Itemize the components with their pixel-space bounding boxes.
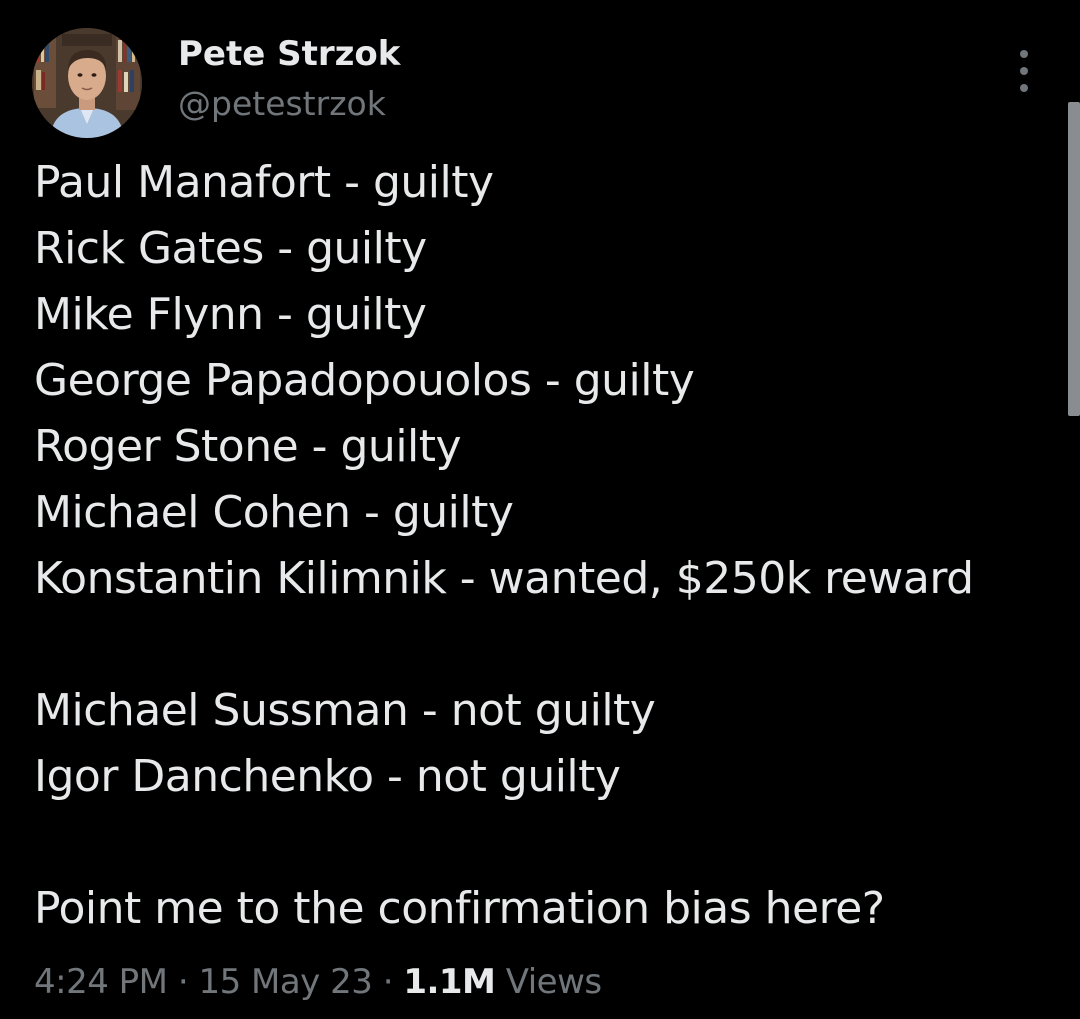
author-handle[interactable]: @petestrzok: [178, 84, 386, 124]
tweet-line: Rick Gates - guilty: [34, 223, 427, 274]
more-vertical-icon: [1020, 50, 1028, 58]
tweet-time[interactable]: 4:24 PM: [34, 962, 168, 1002]
tweet-meta: 4:24 PM · 15 May 23 · 1.1M Views: [34, 958, 602, 1006]
tweet: Pete Strzok @petestrzok Paul Manafort - …: [0, 0, 1080, 1019]
meta-separator: ·: [177, 962, 189, 1002]
tweet-line: Paul Manafort - guilty: [34, 157, 494, 208]
tweet-date[interactable]: 15 May 23: [198, 962, 372, 1002]
tweet-line: Michael Sussman - not guilty: [34, 685, 656, 736]
views-label: Views: [505, 962, 602, 1002]
views-count[interactable]: 1.1M: [403, 962, 496, 1002]
avatar[interactable]: [32, 28, 142, 138]
tweet-line: Igor Danchenko - not guilty: [34, 751, 621, 802]
tweet-line: George Papadopouolos - guilty: [34, 355, 695, 406]
more-vertical-icon: [1020, 84, 1028, 92]
tweet-line: Mike Flynn - guilty: [34, 289, 427, 340]
author-display-name[interactable]: Pete Strzok: [178, 34, 400, 74]
more-options-button[interactable]: [1004, 50, 1044, 92]
tweet-line: Point me to the confirmation bias here?: [34, 883, 885, 934]
tweet-text: Paul Manafort - guilty Rick Gates - guil…: [34, 150, 1064, 942]
tweet-line: Konstantin Kilimnik - wanted, $250k rewa…: [34, 553, 974, 604]
scrollbar-thumb[interactable]: [1068, 102, 1080, 416]
tweet-line: Roger Stone - guilty: [34, 421, 462, 472]
avatar-photo-icon: [32, 28, 142, 138]
tweet-line: Michael Cohen - guilty: [34, 487, 514, 538]
more-vertical-icon: [1020, 67, 1028, 75]
meta-separator: ·: [382, 962, 394, 1002]
